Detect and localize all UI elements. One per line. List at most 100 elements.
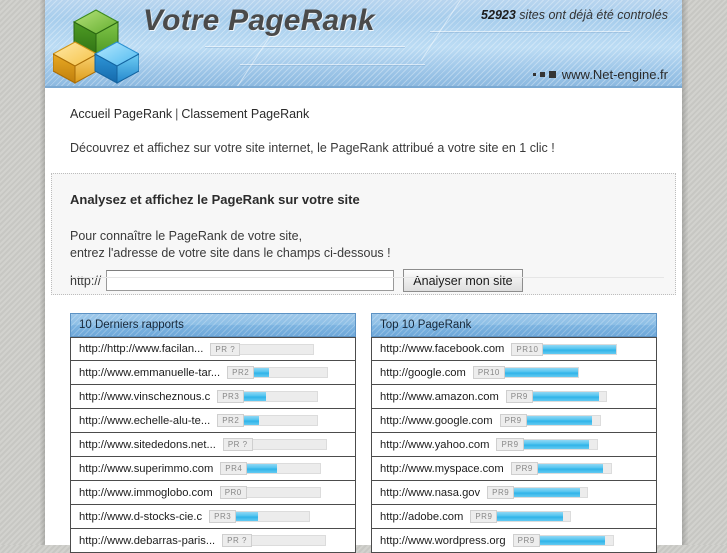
protocol-label: http:// [70, 273, 102, 288]
nav-item-accueil-pagerank[interactable]: Accueil PageRank [70, 107, 172, 121]
pagerank-indicator: PR0 [219, 486, 321, 499]
row-url: http://google.com [380, 366, 466, 379]
top-pagerank-header: Top 10 PageRank [371, 313, 657, 337]
pagerank-bar [252, 439, 327, 450]
row-url: http://www.echelle-alu-te... [79, 414, 211, 427]
table-row[interactable]: http://www.echelle-alu-te... PR2 [70, 409, 356, 433]
pagerank-bar-fill [504, 368, 578, 377]
page-container: Votre PageRank 52923 sites ont déjà été … [40, 0, 688, 553]
header-decor-diagonal-2 [420, 0, 471, 62]
pagerank-badge: PR9 [499, 414, 527, 427]
table-row[interactable]: http://www.sitededons.net... PR ? [70, 433, 356, 457]
table-row[interactable]: http://www.nasa.gov PR9 [371, 481, 657, 505]
table-row[interactable]: http://www.vinscheznous.c PR3 [70, 385, 356, 409]
pagerank-bar-fill [532, 392, 599, 401]
pagerank-bar-fill [539, 536, 606, 545]
table-row[interactable]: http://www.immoglobo.com PR0 [70, 481, 356, 505]
table-row[interactable]: http://http://www.facilan... PR ? [70, 337, 356, 361]
pagerank-badge: PR9 [487, 486, 515, 499]
pagerank-bar-fill [244, 416, 259, 425]
row-url: http://www.yahoo.com [380, 438, 490, 451]
row-url: http://www.amazon.com [380, 390, 499, 403]
table-row[interactable]: http://www.emmanuelle-tar... PR2 [70, 361, 356, 385]
counter-number: 52923 [481, 8, 516, 22]
pagerank-badge: PR10 [511, 342, 544, 356]
top-pagerank-table: Top 10 PageRank http://www.facebook.com P… [371, 313, 657, 553]
pagerank-badge: PR ? [222, 438, 253, 451]
row-url: http://www.sitededons.net... [79, 438, 216, 451]
pagerank-badge: PR9 [470, 510, 498, 523]
table-row[interactable]: http://www.debarras-paris... PR ? [70, 529, 356, 553]
pagerank-bar-fill [236, 512, 259, 521]
analyze-line-1: Pour connaître le PageRank de votre site… [70, 229, 303, 243]
url-input[interactable] [106, 270, 395, 291]
row-url: http://www.immoglobo.com [79, 486, 213, 499]
pagerank-indicator: PR ? [222, 534, 326, 547]
pagerank-bar [244, 415, 319, 426]
row-url: http://www.facebook.com [380, 343, 505, 355]
nav-separator: | [175, 107, 179, 121]
cubes-logo-icon [53, 9, 139, 84]
pagerank-badge: PR2 [217, 414, 245, 427]
site-header: Votre PageRank 52923 sites ont déjà été … [45, 0, 682, 88]
header-decor-line-1 [205, 46, 405, 47]
table-row[interactable]: http://www.myspace.com PR9 [371, 457, 657, 481]
pagerank-indicator: PR9 [470, 510, 572, 523]
counter-text: sites ont déjà été controlés [515, 8, 668, 22]
row-url: http://www.nasa.gov [380, 486, 481, 499]
pagerank-indicator: PR2 [217, 414, 319, 427]
pagerank-bar-fill [523, 440, 590, 449]
table-row[interactable]: http://www.amazon.com PR9 [371, 385, 657, 409]
pagerank-badge: PR4 [220, 462, 248, 475]
table-row[interactable]: http://www.wordpress.org PR9 [371, 529, 657, 553]
pagerank-indicator: PR9 [505, 390, 607, 403]
row-url: http://www.d-stocks-cie.c [79, 510, 203, 523]
header-decor-line-2 [240, 64, 425, 65]
table-row[interactable]: http://adobe.com PR9 [371, 505, 657, 529]
table-row[interactable]: http://www.yahoo.com PR9 [371, 433, 657, 457]
pagerank-bar-fill [543, 344, 617, 354]
table-row[interactable]: http://google.com PR10 [371, 361, 657, 385]
pagerank-badge: PR ? [222, 534, 252, 547]
sites-checked-counter: 52923 sites ont déjà été controlés [481, 8, 668, 22]
nav-item-classement-pagerank[interactable]: Classement PageRank [181, 107, 309, 121]
pagerank-indicator: PR3 [209, 510, 311, 523]
latest-reports-header: 10 Derniers rapports [70, 313, 356, 337]
table-row[interactable]: http://www.facebook.com PR10 [371, 337, 657, 361]
table-row[interactable]: http://www.superimmo.com PR4 [70, 457, 356, 481]
analyser-mon-site-button[interactable]: Analyser mon site [403, 269, 523, 292]
pagerank-bar [514, 487, 589, 498]
brand-url: www.Net-engine.fr [532, 67, 668, 82]
analyze-line-2: entrez l'adresse de votre site dans le c… [70, 246, 391, 260]
pagerank-bar [532, 391, 607, 402]
analyze-form: http:// Analyser mon site [70, 269, 675, 292]
pagerank-bar [244, 391, 319, 402]
pagerank-badge: PR2 [227, 366, 255, 379]
intro-text: Découvrez et affichez sur votre site int… [70, 141, 555, 155]
row-url: http://www.emmanuelle-tar... [79, 366, 221, 379]
row-url: http://http://www.facilan... [79, 343, 204, 355]
pagerank-badge: PR9 [512, 534, 540, 547]
pagerank-badge: PR0 [219, 486, 247, 499]
square-medium-icon [539, 72, 545, 77]
pagerank-bar-fill [254, 368, 269, 377]
pagerank-bar [246, 487, 321, 498]
table-row[interactable]: http://www.google.com PR9 [371, 409, 657, 433]
pagerank-bar [236, 511, 311, 522]
panel-divider [70, 277, 664, 278]
pagerank-bar-fill [526, 416, 593, 425]
pagerank-bar [526, 415, 601, 426]
table-row[interactable]: http://www.d-stocks-cie.c PR3 [70, 505, 356, 529]
pagerank-badge: PR9 [510, 462, 538, 475]
pagerank-bar-fill [497, 512, 564, 521]
pagerank-indicator: PR4 [220, 462, 322, 475]
page-title: Votre PageRank [143, 4, 375, 37]
pagerank-bar [543, 343, 618, 355]
row-url: http://www.google.com [380, 414, 493, 427]
row-url: http://adobe.com [380, 510, 464, 523]
pagerank-bar-fill [514, 488, 580, 497]
top-pagerank-rows: http://www.facebook.com PR10 http://google… [371, 337, 657, 553]
pagerank-badge: PR3 [209, 510, 237, 523]
square-small-icon [532, 73, 536, 76]
pagerank-indicator: PR9 [496, 438, 598, 451]
